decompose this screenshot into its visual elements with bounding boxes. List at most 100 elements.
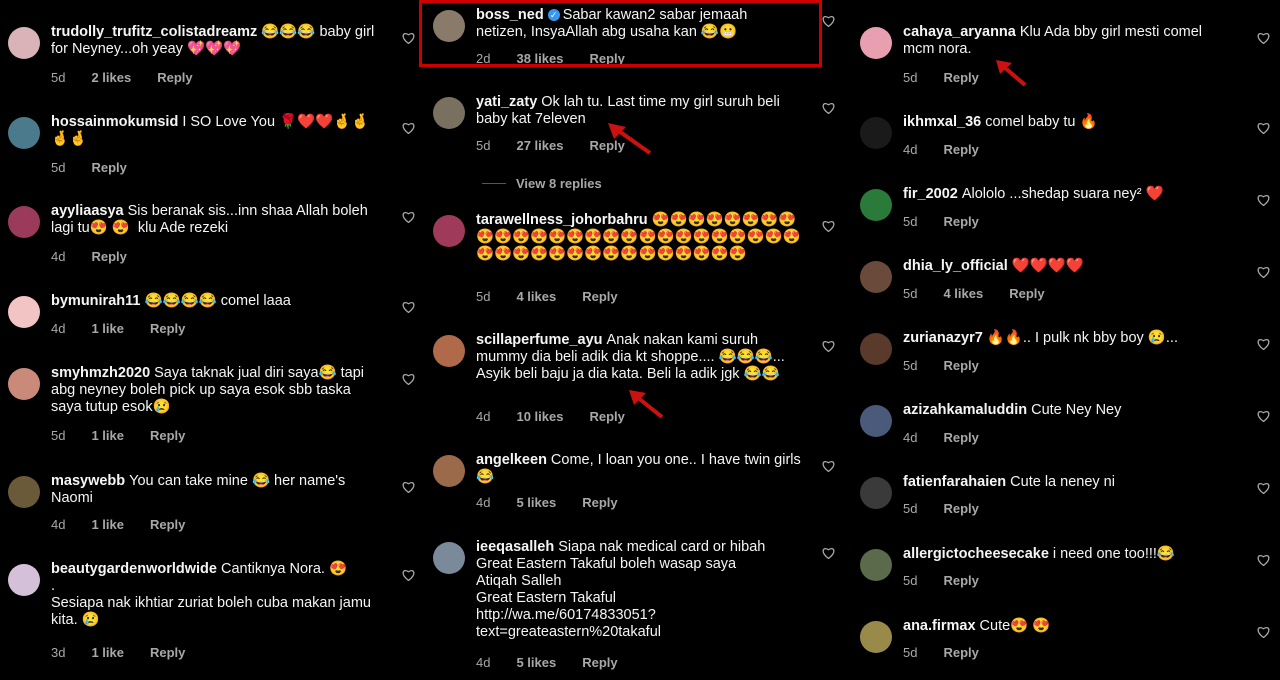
avatar[interactable]: [8, 564, 40, 596]
avatar[interactable]: [860, 477, 892, 509]
avatar[interactable]: [860, 549, 892, 581]
username[interactable]: zurianazyr7: [903, 330, 983, 346]
comment-meta: 3d 1 like Reply: [51, 645, 211, 660]
heart-icon[interactable]: [1257, 193, 1270, 207]
avatar[interactable]: [860, 333, 892, 365]
heart-icon[interactable]: [822, 14, 835, 28]
heart-icon[interactable]: [402, 121, 415, 135]
username[interactable]: fir_2002: [903, 186, 958, 202]
likes-count[interactable]: 5 likes: [516, 495, 556, 510]
username[interactable]: fatienfarahaien: [903, 474, 1006, 490]
reply-button[interactable]: Reply: [943, 70, 978, 85]
username[interactable]: ana.firmax: [903, 618, 976, 634]
heart-icon[interactable]: [822, 546, 835, 560]
avatar[interactable]: [433, 335, 465, 367]
reply-button[interactable]: Reply: [943, 358, 978, 373]
avatar[interactable]: [860, 261, 892, 293]
comment-meta: 5d 4 likes Reply: [476, 289, 644, 304]
reply-button[interactable]: Reply: [582, 289, 617, 304]
reply-button[interactable]: Reply: [150, 645, 185, 660]
heart-icon[interactable]: [402, 372, 415, 386]
avatar[interactable]: [8, 206, 40, 238]
reply-button[interactable]: Reply: [589, 409, 624, 424]
view-replies-link[interactable]: View 8 replies: [482, 176, 602, 191]
avatar[interactable]: [433, 215, 465, 247]
username[interactable]: azizahkamaluddin: [903, 402, 1027, 418]
reply-button[interactable]: Reply: [943, 573, 978, 588]
reply-button[interactable]: Reply: [943, 214, 978, 229]
likes-count[interactable]: 1 like: [91, 321, 124, 336]
reply-button[interactable]: Reply: [150, 321, 185, 336]
avatar[interactable]: [433, 97, 465, 129]
heart-icon[interactable]: [1257, 121, 1270, 135]
avatar[interactable]: [433, 542, 465, 574]
comment-meta: 5d Reply: [903, 358, 1005, 373]
reply-button[interactable]: Reply: [943, 645, 978, 660]
username[interactable]: allergictocheesecake: [903, 546, 1049, 562]
avatar[interactable]: [8, 117, 40, 149]
reply-button[interactable]: Reply: [582, 655, 617, 670]
heart-icon[interactable]: [1257, 481, 1270, 495]
likes-count[interactable]: 4 likes: [516, 289, 556, 304]
likes-count[interactable]: 4 likes: [943, 286, 983, 301]
heart-icon[interactable]: [822, 339, 835, 353]
likes-count[interactable]: 2 likes: [91, 70, 131, 85]
heart-icon[interactable]: [1257, 337, 1270, 351]
likes-count[interactable]: 27 likes: [516, 138, 563, 153]
heart-icon[interactable]: [402, 480, 415, 494]
avatar[interactable]: [8, 296, 40, 328]
username[interactable]: smyhmzh2020: [51, 365, 150, 381]
reply-button[interactable]: Reply: [582, 495, 617, 510]
avatar[interactable]: [860, 189, 892, 221]
likes-count[interactable]: 1 like: [91, 428, 124, 443]
username[interactable]: ayyliaasya: [51, 203, 124, 219]
username[interactable]: scillaperfume_ayu: [476, 332, 603, 348]
heart-icon[interactable]: [1257, 31, 1270, 45]
avatar[interactable]: [860, 621, 892, 653]
username[interactable]: ikhmxal_36: [903, 114, 981, 130]
heart-icon[interactable]: [822, 459, 835, 473]
heart-icon[interactable]: [1257, 265, 1270, 279]
comment-age: 5d: [903, 214, 918, 229]
reply-button[interactable]: Reply: [150, 517, 185, 532]
username[interactable]: tarawellness_johorbahru: [476, 212, 648, 228]
heart-icon[interactable]: [822, 219, 835, 233]
likes-count[interactable]: 1 like: [91, 645, 124, 660]
reply-button[interactable]: Reply: [1009, 286, 1044, 301]
username[interactable]: angelkeen: [476, 452, 547, 468]
likes-count[interactable]: 5 likes: [516, 655, 556, 670]
heart-icon[interactable]: [1257, 625, 1270, 639]
username[interactable]: ieeqasalleh: [476, 539, 554, 555]
username[interactable]: bymunirah11: [51, 293, 140, 309]
avatar[interactable]: [8, 476, 40, 508]
avatar[interactable]: [8, 368, 40, 400]
reply-button[interactable]: Reply: [943, 501, 978, 516]
reply-button[interactable]: Reply: [943, 430, 978, 445]
heart-icon[interactable]: [1257, 409, 1270, 423]
username[interactable]: masywebb: [51, 473, 125, 489]
likes-count[interactable]: 1 like: [91, 517, 124, 532]
reply-button[interactable]: Reply: [150, 428, 185, 443]
heart-icon[interactable]: [1257, 553, 1270, 567]
username[interactable]: hossainmokumsid: [51, 114, 178, 130]
avatar[interactable]: [433, 455, 465, 487]
reply-button[interactable]: Reply: [943, 142, 978, 157]
heart-icon[interactable]: [402, 31, 415, 45]
username[interactable]: beautygardenworldwide: [51, 561, 217, 577]
likes-count[interactable]: 10 likes: [516, 409, 563, 424]
avatar[interactable]: [8, 27, 40, 59]
avatar[interactable]: [860, 405, 892, 437]
heart-icon[interactable]: [402, 568, 415, 582]
username[interactable]: yati_zaty: [476, 94, 537, 110]
avatar[interactable]: [860, 117, 892, 149]
heart-icon[interactable]: [402, 210, 415, 224]
username[interactable]: trudolly_trufitz_colistadreamz: [51, 24, 257, 40]
heart-icon[interactable]: [402, 300, 415, 314]
reply-button[interactable]: Reply: [157, 70, 192, 85]
username[interactable]: dhia_ly_official: [903, 258, 1008, 274]
avatar[interactable]: [860, 27, 892, 59]
reply-button[interactable]: Reply: [91, 249, 126, 264]
reply-button[interactable]: Reply: [91, 160, 126, 175]
username[interactable]: cahaya_aryanna: [903, 24, 1016, 40]
heart-icon[interactable]: [822, 101, 835, 115]
